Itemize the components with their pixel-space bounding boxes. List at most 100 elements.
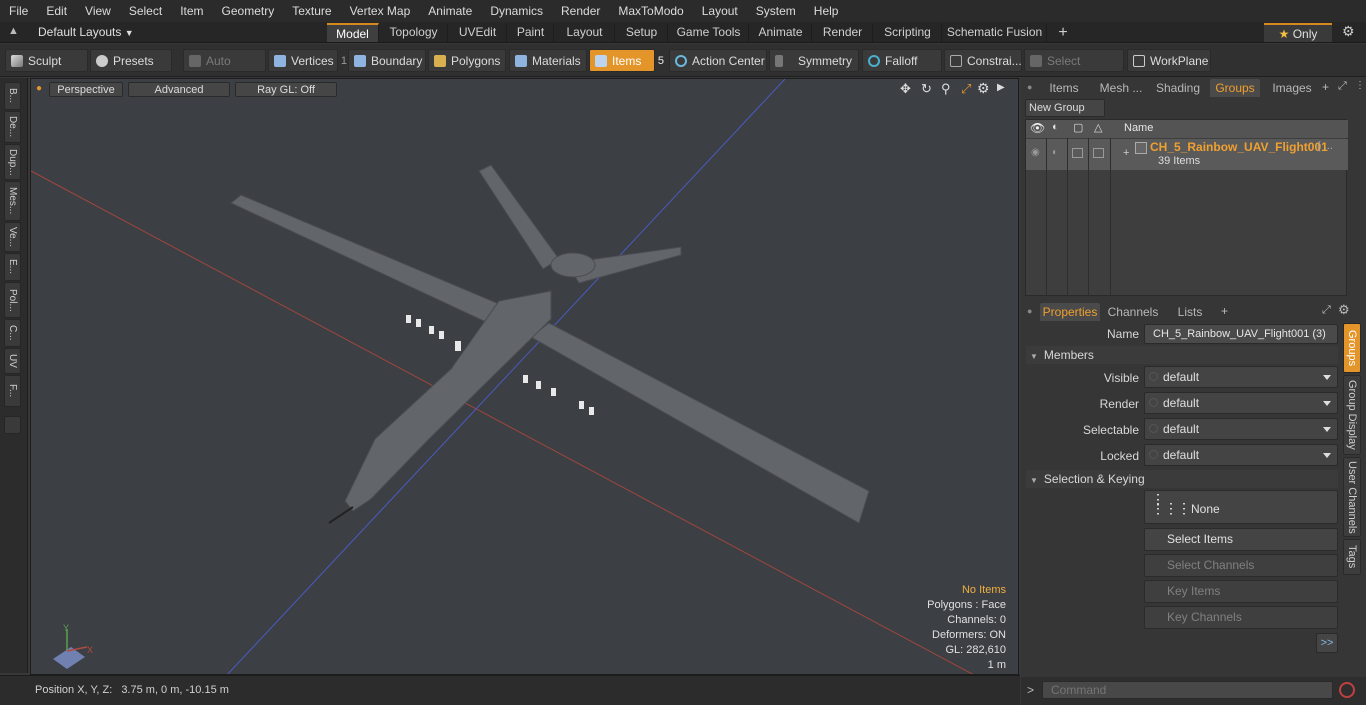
left-tab-fusion[interactable]: F... xyxy=(4,375,21,407)
boundary-button[interactable]: Boundary xyxy=(348,49,426,72)
tab-game-tools[interactable]: Game Tools xyxy=(669,23,749,42)
tab-schematic-fusion[interactable]: Schematic Fusion xyxy=(943,23,1047,42)
3d-viewport[interactable]: Y X ● Perspective Advanced Ray GL: Off ✥… xyxy=(30,78,1019,675)
none-button[interactable]: ⋮ ⋮⋮⋮ None xyxy=(1144,490,1338,524)
select-through-button[interactable]: Select Through xyxy=(1024,49,1124,91)
menu-maxtomodo[interactable]: MaxToModo xyxy=(609,0,692,22)
menu-edit[interactable]: Edit xyxy=(37,0,76,22)
row-select-box[interactable] xyxy=(1093,148,1104,158)
tab-scripting[interactable]: Scripting xyxy=(874,23,942,42)
props-dot-icon[interactable]: ● xyxy=(1027,306,1032,316)
group-row[interactable]: ◉ ◐ + CH_5_Rainbow_UAV_Flight001 ( ... 3… xyxy=(1026,139,1348,170)
layout-arrow-icon[interactable]: ▲ xyxy=(8,25,20,39)
tab-model[interactable]: Model xyxy=(327,23,379,42)
tab-images[interactable]: Images xyxy=(1266,79,1318,97)
select-icon[interactable]: △ xyxy=(1094,121,1102,134)
props-gear-icon[interactable]: ⚙ xyxy=(1338,302,1350,318)
row-render-icon[interactable]: ◐ xyxy=(1052,147,1058,158)
materials-button[interactable]: Materials xyxy=(509,49,587,72)
render-dropdown[interactable]: default xyxy=(1144,392,1338,414)
symmetry-button[interactable]: Symmetry xyxy=(769,49,859,72)
row-lock-box[interactable] xyxy=(1072,148,1083,158)
left-tab-curve[interactable]: C... xyxy=(4,319,21,347)
record-icon[interactable] xyxy=(1339,682,1355,698)
left-tab-extra[interactable] xyxy=(4,416,21,434)
items-button[interactable]: Items 5 xyxy=(589,49,664,72)
members-section[interactable]: ▼ Members xyxy=(1026,346,1338,364)
layouts-dropdown[interactable]: Default Layouts ▼ xyxy=(38,24,134,41)
view-mode-button[interactable]: Perspective xyxy=(49,82,123,97)
tab-mesh[interactable]: Mesh ... xyxy=(1094,79,1148,97)
select-channels-button[interactable]: Select Channels xyxy=(1144,554,1338,577)
gear-icon[interactable]: ⚙ xyxy=(1342,23,1355,40)
only-button[interactable]: ★ Only xyxy=(1264,23,1332,42)
left-tab-polygon[interactable]: Pol... xyxy=(4,282,21,318)
menu-vertex-map[interactable]: Vertex Map xyxy=(341,0,420,22)
workplane-button[interactable]: WorkPlane xyxy=(1127,49,1211,72)
menu-system[interactable]: System xyxy=(747,0,805,22)
presets-button[interactable]: Presets xyxy=(90,49,172,72)
zoom-view-icon[interactable]: ⚲ xyxy=(941,81,951,97)
selectable-dropdown[interactable]: default xyxy=(1144,418,1338,440)
menu-select[interactable]: Select xyxy=(120,0,171,22)
raygl-button[interactable]: Ray GL: Off xyxy=(235,82,337,97)
visible-dropdown[interactable]: default xyxy=(1144,366,1338,388)
more-button[interactable]: >> xyxy=(1316,633,1338,653)
props-add-tab-icon[interactable]: + xyxy=(1221,304,1228,318)
panel-menu-icon[interactable]: ⋮ xyxy=(1355,80,1365,91)
menu-file[interactable]: File xyxy=(0,0,37,22)
tab-shading[interactable]: Shading xyxy=(1152,79,1204,97)
menu-texture[interactable]: Texture xyxy=(283,0,340,22)
tab-render[interactable]: Render xyxy=(813,23,873,42)
menu-animate[interactable]: Animate xyxy=(419,0,481,22)
menu-render[interactable]: Render xyxy=(552,0,609,22)
tab-topology[interactable]: Topology xyxy=(380,23,448,42)
menu-view[interactable]: View xyxy=(76,0,120,22)
locked-dropdown[interactable]: default xyxy=(1144,444,1338,466)
key-items-button[interactable]: Key Items xyxy=(1144,580,1338,603)
tab-properties[interactable]: Properties xyxy=(1040,303,1100,321)
left-tab-duplicate[interactable]: Dup... xyxy=(4,144,21,180)
shading-mode-button[interactable]: Advanced xyxy=(128,82,230,97)
add-tab-button[interactable]: + xyxy=(1052,23,1074,42)
side-tab-user-channels[interactable]: User Channels xyxy=(1343,457,1361,537)
viewport-gear-icon[interactable]: ⚙ xyxy=(977,80,990,97)
vertices-button[interactable]: Vertices 1 xyxy=(268,49,347,72)
lock-icon[interactable]: ▢ xyxy=(1073,121,1083,134)
move-view-icon[interactable]: ✥ xyxy=(900,81,911,97)
name-field[interactable]: CH_5_Rainbow_UAV_Flight001 (3) xyxy=(1144,324,1338,344)
tab-channels[interactable]: Channels xyxy=(1104,303,1162,321)
constraints-button[interactable]: Constrai... xyxy=(944,49,1022,72)
maximize-view-icon[interactable]: ⤢ xyxy=(961,81,971,97)
tab-lists[interactable]: Lists xyxy=(1168,303,1212,321)
viewport-expand-icon[interactable]: ▶ xyxy=(997,82,1005,93)
action-center-button[interactable]: Action Center xyxy=(669,49,767,72)
render-icon[interactable]: ◐ xyxy=(1052,121,1059,133)
polygons-button[interactable]: Polygons xyxy=(428,49,506,72)
key-channels-button[interactable]: Key Channels xyxy=(1144,606,1338,629)
menu-layout[interactable]: Layout xyxy=(693,0,747,22)
tab-layout[interactable]: Layout xyxy=(555,23,615,42)
new-group-button[interactable]: New Group xyxy=(1025,99,1105,117)
viewport-dot-icon[interactable]: ● xyxy=(36,83,42,94)
side-tab-group-display[interactable]: Group Display xyxy=(1343,375,1361,455)
row-eye-icon[interactable]: ◉ xyxy=(1031,147,1040,158)
sculpt-button[interactable]: Sculpt xyxy=(5,49,88,72)
side-tab-tags[interactable]: Tags xyxy=(1343,539,1361,575)
expand-plus-icon[interactable]: + xyxy=(1123,147,1129,159)
left-tab-vertex[interactable]: Ve... xyxy=(4,222,21,252)
command-input[interactable] xyxy=(1042,681,1333,699)
tab-paint[interactable]: Paint xyxy=(508,23,554,42)
panel-expand-icon[interactable]: ⤢ xyxy=(1338,80,1347,93)
left-tab-deform[interactable]: De... xyxy=(4,111,21,143)
left-tab-mesh[interactable]: Mes... xyxy=(4,181,21,221)
rotate-view-icon[interactable]: ↻ xyxy=(921,81,932,97)
props-expand-icon[interactable]: ⤢ xyxy=(1322,304,1331,317)
tab-groups[interactable]: Groups xyxy=(1210,79,1260,97)
side-tab-groups[interactable]: Groups xyxy=(1343,323,1361,373)
select-items-button[interactable]: Select Items xyxy=(1144,528,1338,551)
menu-item[interactable]: Item xyxy=(171,0,212,22)
menu-dynamics[interactable]: Dynamics xyxy=(481,0,552,22)
auto-select-button[interactable]: Auto Select xyxy=(183,49,266,91)
tab-uvedit[interactable]: UVEdit xyxy=(449,23,507,42)
